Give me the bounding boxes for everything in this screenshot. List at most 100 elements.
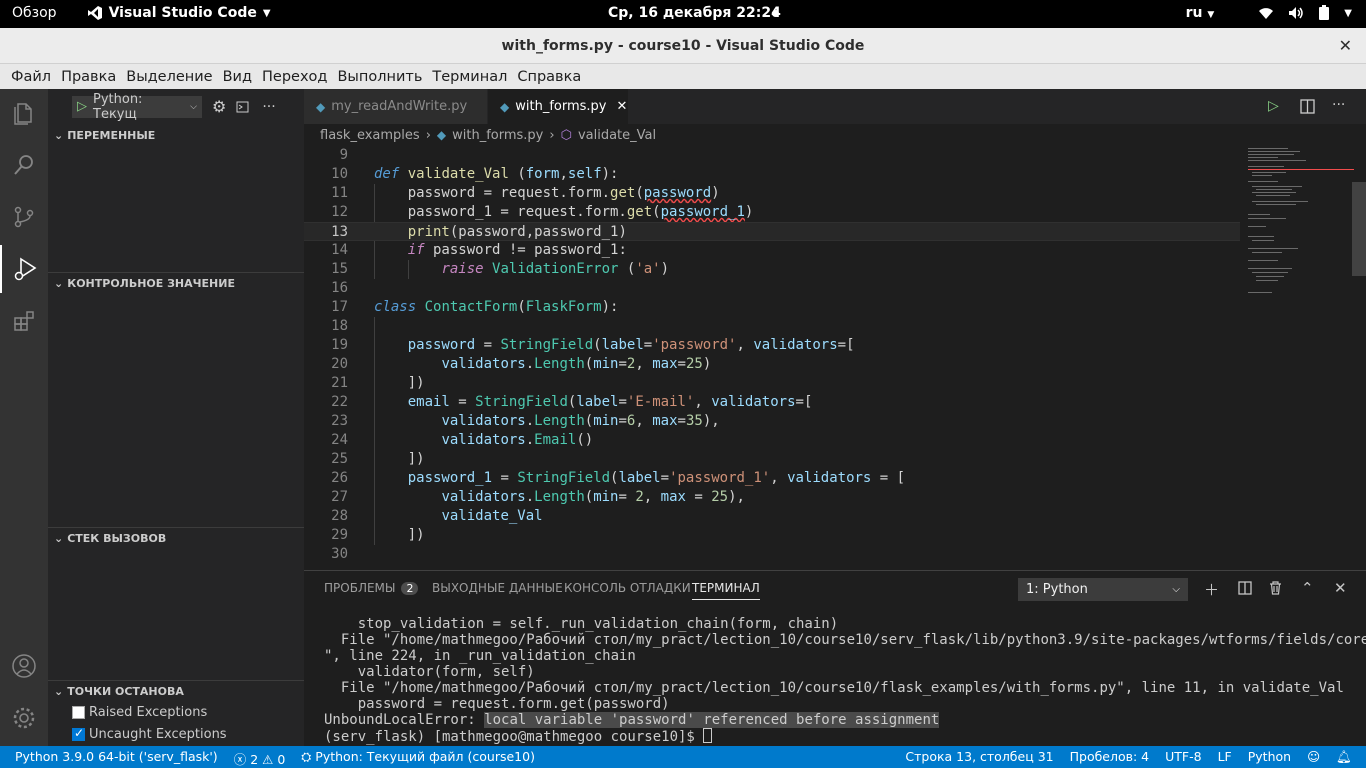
menu-view[interactable]: Вид [218, 69, 257, 85]
tab-my-readandwrite[interactable]: ◆ my_readAndWrite.py [304, 89, 487, 124]
breakpoint-raised-exceptions[interactable]: Raised Exceptions [72, 705, 207, 720]
menu-edit[interactable]: Правка [56, 69, 121, 85]
breadcrumb-symbol[interactable]: validate_Val [578, 128, 656, 143]
tab-terminal[interactable]: ТЕРМИНАЛ [692, 581, 760, 600]
menu-terminal[interactable]: Терминал [427, 69, 512, 85]
split-terminal-icon[interactable] [1238, 581, 1252, 595]
debug-console-icon[interactable] [236, 99, 252, 115]
run-debug-sidebar: ▷ Python: Текущ ⌵ ⚙ ··· ⌄ ПЕРЕМЕННЫЕ ⌄ К… [48, 89, 304, 746]
editor-tabs: ◆ my_readAndWrite.py ◆ with_forms.py ✕ ▷… [304, 89, 1366, 124]
tab-output[interactable]: ВЫХОДНЫЕ ДАННЫЕ [432, 581, 563, 595]
keyboard-layout[interactable]: ru ▼ [1186, 5, 1215, 21]
chevron-down-icon: ▼ [262, 7, 271, 19]
code-line: 22 email = StringField(label='E-mail', v… [331, 394, 813, 410]
code-line: 24 validators.Email() [331, 432, 594, 448]
system-menu-chevron-icon[interactable]: ▼ [1344, 8, 1352, 19]
overview-button[interactable]: Обзор [12, 5, 57, 21]
search-icon[interactable] [0, 141, 48, 189]
menu-file[interactable]: Файл [6, 69, 56, 85]
cursor-position[interactable]: Строка 13, столбец 31 [905, 749, 1053, 765]
notification-dot [772, 10, 779, 17]
terminal-line: File "/home/mathmegoo/Рабочий стол/my_pr… [324, 680, 1344, 696]
minimap[interactable] [1244, 146, 1354, 316]
vertical-scrollbar[interactable] [1352, 182, 1366, 276]
run-file-icon[interactable]: ▷ [1268, 98, 1279, 114]
raised-exceptions-checkbox[interactable] [72, 706, 85, 719]
feedback-icon[interactable]: ☺ [1307, 749, 1320, 765]
gear-icon[interactable]: ⚙ [212, 97, 226, 116]
code-line: 27 validators.Length(min= 2, max = 25), [331, 489, 745, 505]
terminal-select[interactable]: 1: Python ⌵ [1018, 578, 1188, 601]
source-control-icon[interactable] [0, 193, 48, 241]
watch-section-header[interactable]: ⌄ КОНТРОЛЬНОЕ ЗНАЧЕНИЕ [48, 272, 304, 294]
encoding[interactable]: UTF-8 [1165, 749, 1201, 765]
problems-indicator[interactable]: ⓧ 2 ⚠ 0 [234, 749, 286, 768]
app-menu[interactable]: Visual Studio Code ▼ [87, 5, 271, 21]
menu-selection[interactable]: Выделение [121, 69, 217, 85]
chevron-up-icon[interactable]: ⌃ [1301, 579, 1314, 597]
launch-config[interactable]: ⛭ Python: Текущий файл (course10) [301, 749, 535, 768]
gear-icon[interactable] [0, 694, 48, 742]
app-name: Visual Studio Code [108, 5, 257, 21]
callstack-section-header[interactable]: ⌄ СТЕК ВЫЗОВОВ [48, 527, 304, 549]
start-debugging-icon[interactable]: ▷ [77, 99, 87, 114]
trash-icon[interactable] [1269, 581, 1282, 595]
run-config-select[interactable]: ▷ Python: Текущ ⌵ [72, 92, 202, 122]
battery-icon[interactable] [1318, 5, 1330, 21]
add-terminal-icon[interactable]: ＋ [1204, 579, 1219, 600]
python-file-icon: ◆ [500, 99, 510, 114]
code-line: 25 ]) [331, 451, 425, 467]
language-mode[interactable]: Python [1248, 749, 1291, 765]
bell-icon[interactable]: 🔔︎ [1336, 749, 1352, 765]
explorer-icon[interactable] [0, 89, 48, 137]
breadcrumb-file[interactable]: with_forms.py [452, 128, 543, 143]
uncaught-exceptions-checkbox[interactable] [72, 726, 85, 741]
terminal-cursor [703, 728, 713, 743]
clock[interactable]: Ср, 16 декабря 22:24 [608, 5, 781, 21]
variables-section-header[interactable]: ⌄ ПЕРЕМЕННЫЕ [48, 124, 304, 146]
terminal-error-line: UnboundLocalError: local variable 'passw… [324, 712, 940, 728]
status-bar: Python 3.9.0 64-bit ('serv_flask') ⓧ 2 ⚠… [0, 746, 1366, 768]
more-actions-icon[interactable]: ··· [262, 99, 275, 115]
breakpoints-section-header[interactable]: ⌄ ТОЧКИ ОСТАНОВА [48, 680, 304, 702]
close-window-icon[interactable]: ✕ [1339, 28, 1352, 64]
python-interpreter[interactable]: Python 3.9.0 64-bit ('serv_flask') [15, 749, 218, 768]
tab-problems[interactable]: ПРОБЛЕМЫ 2 [324, 581, 419, 595]
code-editor[interactable]: 9 10 def validate_Val (form,self): 11 pas… [304, 146, 1366, 570]
split-editor-icon[interactable] [1300, 99, 1315, 114]
breadcrumb-folder[interactable]: flask_examples [320, 128, 420, 143]
terminal-line: password = request.form.get(password) [324, 696, 670, 712]
chevron-right-icon: › [425, 127, 431, 143]
window-title: with_forms.py - course10 - Visual Studio… [501, 38, 865, 54]
menu-run[interactable]: Выполнить [332, 69, 427, 85]
wifi-icon[interactable] [1258, 6, 1274, 20]
run-debug-icon[interactable] [0, 245, 48, 293]
tab-debug-console[interactable]: КОНСОЛЬ ОТЛАДКИ [564, 581, 691, 595]
debug-icon: ⛭ [301, 749, 312, 764]
indentation[interactable]: Пробелов: 4 [1070, 749, 1150, 765]
code-line: 11 password = request.form.get(password) [331, 185, 720, 201]
menu-help[interactable]: Справка [512, 69, 586, 85]
account-icon[interactable] [0, 642, 48, 690]
terminal-line: ", line 224, in _run_validation_chain [324, 648, 636, 664]
gnome-top-bar: Обзор Visual Studio Code ▼ Ср, 16 декабр… [0, 0, 1366, 28]
error-icon: ⓧ [233, 752, 247, 767]
close-tab-icon[interactable]: ✕ [616, 99, 627, 114]
volume-icon[interactable] [1288, 6, 1304, 20]
extensions-icon[interactable] [0, 297, 48, 345]
close-panel-icon[interactable]: ✕ [1334, 579, 1347, 597]
code-line: 15 raise ValidationError ('a') [331, 261, 670, 277]
breadcrumb: flask_examples › ◆ with_forms.py › ⬡ val… [304, 124, 1366, 146]
code-line: 16 [331, 280, 348, 296]
more-actions-icon[interactable]: ··· [1332, 97, 1345, 113]
chevron-down-icon: ⌵ [1172, 584, 1180, 595]
terminal-line: stop_validation = self._run_validation_c… [324, 616, 839, 632]
vscode-icon [87, 6, 102, 20]
menu-bar: Файл Правка Выделение Вид Переход Выполн… [0, 64, 1366, 89]
breakpoint-uncaught-exceptions[interactable]: Uncaught Exceptions [72, 726, 227, 742]
code-line: 10 def validate_Val (form,self): [331, 166, 619, 182]
menu-go[interactable]: Переход [257, 69, 332, 85]
end-of-line[interactable]: LF [1218, 749, 1232, 765]
tab-with-forms[interactable]: ◆ with_forms.py ✕ [488, 89, 628, 124]
code-line: 30 [331, 546, 348, 562]
